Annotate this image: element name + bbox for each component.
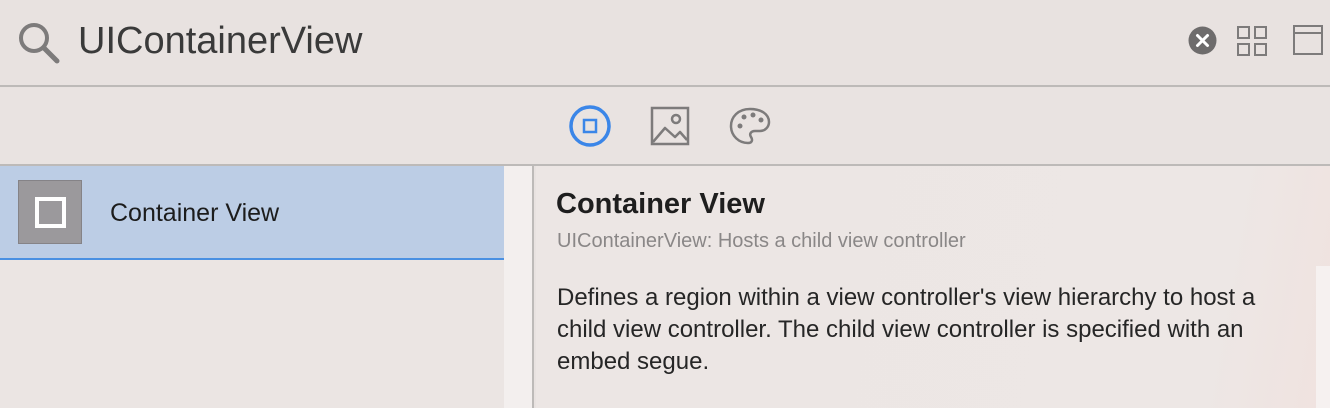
- detail-title: Container View: [556, 188, 765, 220]
- library-tabs: [0, 88, 1330, 166]
- detail-subtitle: UIContainerView: Hosts a child view cont…: [557, 230, 966, 252]
- list-item-label: Container View: [110, 199, 280, 227]
- colors-icon[interactable]: [728, 104, 772, 148]
- grid-view-icon[interactable]: [1237, 26, 1267, 56]
- clear-icon[interactable]: [1188, 26, 1217, 55]
- detail-pane: Container View UIContainerView: Hosts a …: [536, 166, 1330, 408]
- objects-icon[interactable]: [568, 104, 612, 148]
- media-icon[interactable]: [648, 104, 692, 148]
- list-item-container-view[interactable]: Container View: [0, 166, 504, 260]
- pane-divider[interactable]: [504, 166, 534, 408]
- container-view-icon: [18, 180, 82, 244]
- search-bar: [0, 0, 1330, 87]
- library-list: Container View: [0, 166, 504, 408]
- search-icon: [19, 23, 60, 64]
- detail-description: Defines a region within a view controlle…: [557, 284, 1256, 375]
- search-input[interactable]: [78, 14, 1128, 68]
- scroll-edge: [1316, 266, 1330, 408]
- panel-icon[interactable]: [1293, 25, 1323, 55]
